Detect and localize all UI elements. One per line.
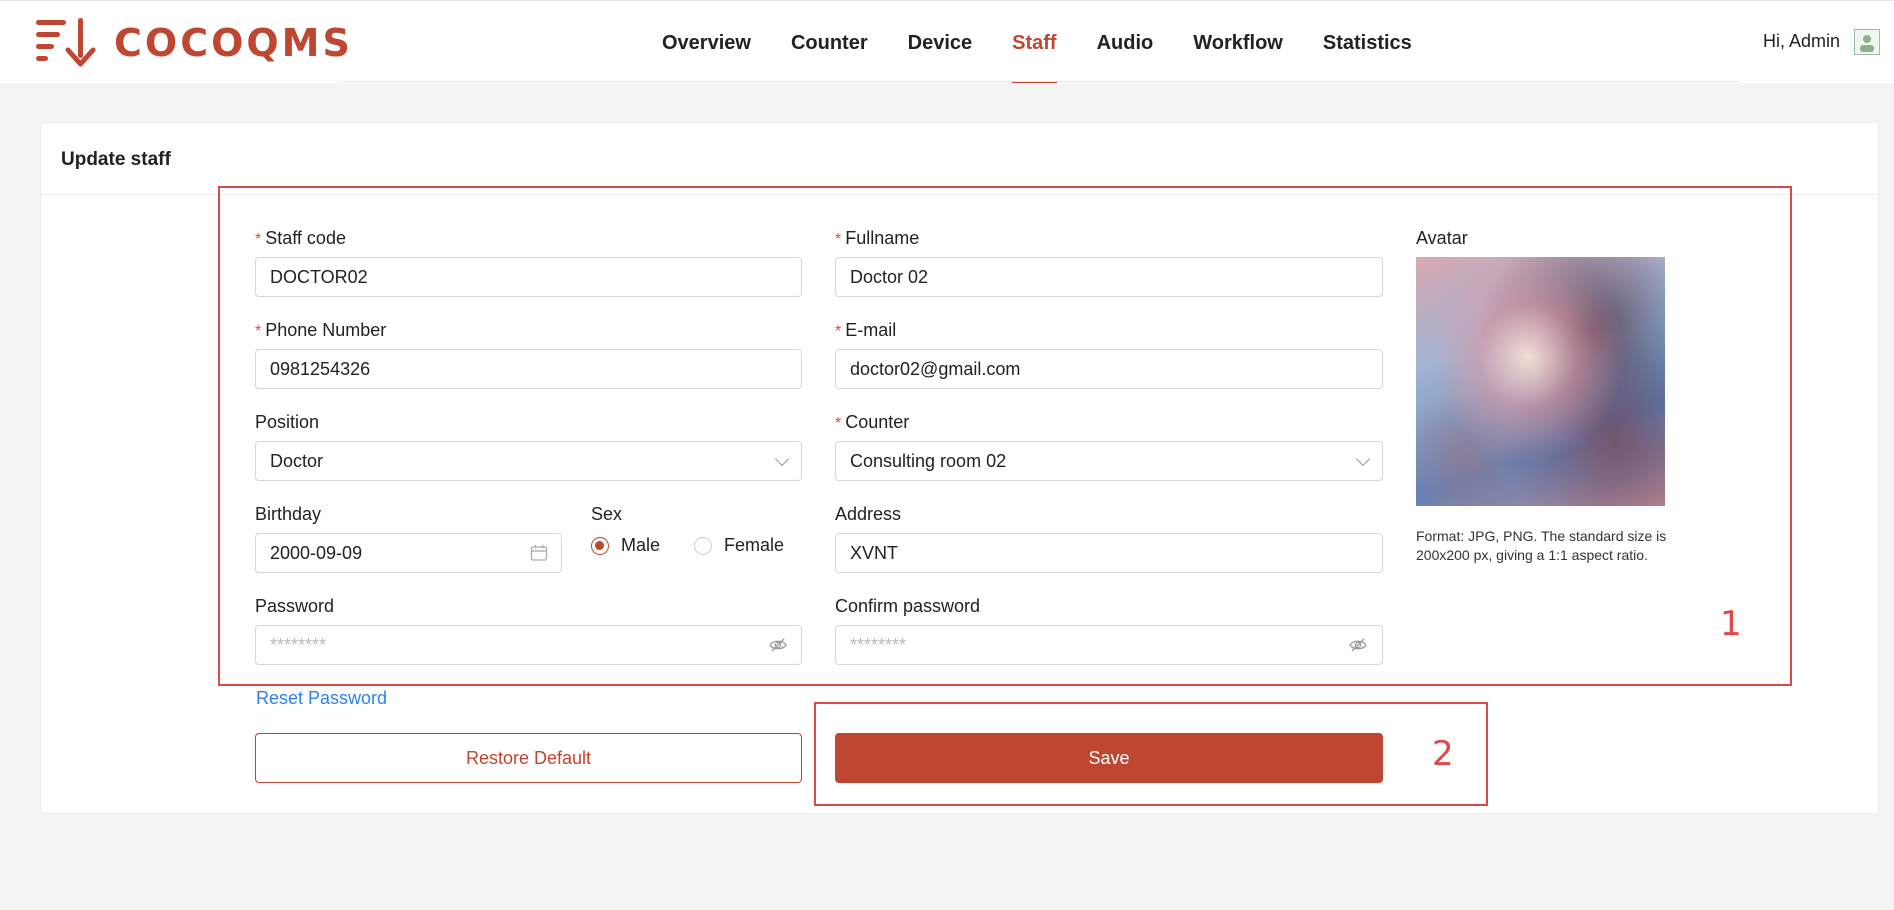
required-mark: * bbox=[835, 323, 842, 340]
annotation-label-2: 2 bbox=[1432, 734, 1454, 774]
top-navigation-bar: COCOQMS Overview Counter Device Staff Au… bbox=[0, 0, 1894, 83]
position-label: Position bbox=[255, 412, 320, 432]
radio-unchecked-icon bbox=[694, 536, 713, 555]
nav-workflow[interactable]: Workflow bbox=[1193, 1, 1283, 83]
annotation-label-1: 1 bbox=[1720, 604, 1742, 644]
password-label: Password bbox=[255, 596, 335, 616]
nav-counter[interactable]: Counter bbox=[791, 1, 868, 83]
position-select[interactable]: Doctor bbox=[255, 441, 802, 481]
birthday-label: Birthday bbox=[255, 504, 322, 524]
address-input[interactable] bbox=[835, 533, 1383, 573]
required-mark: * bbox=[835, 415, 842, 432]
restore-default-button[interactable]: Restore Default bbox=[255, 733, 802, 783]
avatar-label: Avatar bbox=[1416, 228, 1468, 248]
logo[interactable]: COCOQMS bbox=[36, 18, 353, 68]
sex-label: Sex bbox=[591, 504, 623, 524]
fullname-input[interactable] bbox=[835, 257, 1383, 297]
header-divider bbox=[338, 81, 1740, 82]
nav-statistics[interactable]: Statistics bbox=[1323, 1, 1412, 83]
password-input[interactable] bbox=[255, 625, 802, 665]
main-nav: Overview Counter Device Staff Audio Work… bbox=[662, 1, 1452, 83]
counter-label: * Counter bbox=[835, 412, 910, 432]
calendar-icon[interactable] bbox=[530, 544, 548, 562]
email-input[interactable] bbox=[835, 349, 1383, 389]
staff-code-input[interactable] bbox=[255, 257, 802, 297]
radio-checked-icon bbox=[591, 536, 609, 555]
phone-input[interactable] bbox=[255, 349, 802, 389]
sex-option-female-label: Female bbox=[724, 535, 785, 555]
counter-select[interactable]: Consulting room 02 bbox=[835, 441, 1383, 481]
sex-option-male[interactable]: Male bbox=[591, 535, 660, 556]
eye-off-icon[interactable] bbox=[768, 635, 788, 655]
counter-value: Consulting room 02 bbox=[850, 450, 1007, 471]
nav-device[interactable]: Device bbox=[908, 1, 973, 83]
required-mark: * bbox=[255, 323, 262, 340]
birthday-input[interactable] bbox=[255, 533, 562, 573]
required-mark: * bbox=[255, 231, 262, 248]
address-label: Address bbox=[835, 504, 902, 524]
nav-overview[interactable]: Overview bbox=[662, 1, 751, 83]
confirm-password-label: Confirm password bbox=[835, 596, 981, 616]
sex-option-female[interactable]: Female bbox=[694, 535, 784, 556]
nav-audio[interactable]: Audio bbox=[1097, 1, 1154, 83]
card-title: Update staff bbox=[61, 149, 171, 170]
confirm-password-input[interactable] bbox=[835, 625, 1383, 665]
reset-password-link[interactable]: Reset Password bbox=[256, 688, 387, 709]
nav-staff[interactable]: Staff bbox=[1012, 1, 1058, 83]
logo-text: COCOQMS bbox=[114, 21, 353, 65]
user-greeting: Hi, Admin bbox=[1763, 31, 1841, 51]
save-button[interactable]: Save bbox=[835, 733, 1383, 783]
required-mark: * bbox=[835, 231, 842, 248]
avatar-image-upload[interactable] bbox=[1416, 257, 1665, 506]
sex-option-male-label: Male bbox=[621, 535, 661, 555]
chevron-down-icon bbox=[1355, 451, 1371, 466]
phone-label: * Phone Number bbox=[255, 320, 387, 340]
email-label: * E-mail bbox=[835, 320, 897, 340]
user-icon bbox=[1860, 35, 1874, 52]
staff-code-label: * Staff code bbox=[255, 228, 346, 248]
chevron-down-icon bbox=[774, 451, 790, 466]
user-avatar-icon[interactable] bbox=[1854, 29, 1880, 55]
fullname-label: * Fullname bbox=[835, 228, 920, 248]
eye-off-icon[interactable] bbox=[1348, 635, 1368, 655]
avatar-format-hint: Format: JPG, PNG. The standard size is 2… bbox=[1416, 528, 1667, 563]
sex-radio-group: Male Female bbox=[591, 535, 818, 556]
position-value: Doctor bbox=[270, 450, 324, 471]
logo-icon bbox=[36, 18, 96, 67]
